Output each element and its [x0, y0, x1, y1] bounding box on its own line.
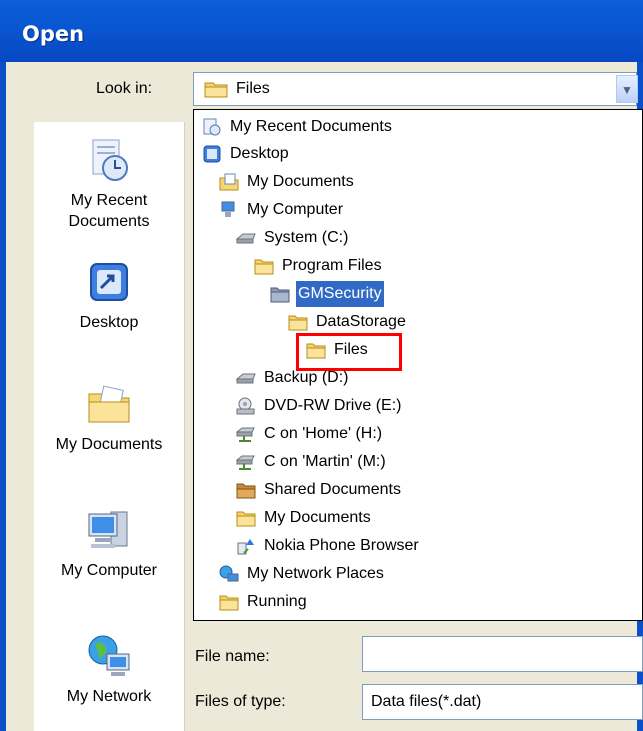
tree-item-label: C on 'Martin' (M:): [264, 453, 386, 470]
window-title: Open: [22, 22, 85, 46]
network-drive-icon: [236, 455, 255, 470]
folder-icon: [236, 511, 256, 527]
place-label: Desktop: [79, 314, 139, 331]
place-desktop[interactable]: Desktop: [34, 258, 184, 333]
network-drive-icon: [236, 427, 255, 442]
tree-item-label: Program Files: [282, 257, 382, 274]
phone-browser-icon: [237, 539, 254, 555]
place-label: My Recent Documents: [68, 192, 150, 230]
window-frame-left: [0, 62, 6, 731]
recent-documents-icon: [203, 118, 221, 136]
open-dialog: Open Look in: Files ▼ My Recent Document…: [0, 0, 643, 731]
tree-item-label: My Documents: [247, 173, 354, 190]
my-documents-icon: [88, 385, 130, 423]
place-my-network[interactable]: My Network: [34, 632, 184, 707]
folder-icon: [270, 287, 290, 303]
my-computer-icon: [221, 201, 235, 217]
shared-folder-icon: [236, 483, 256, 499]
tree-item-label: Nokia Phone Browser: [264, 537, 419, 554]
tree-item-label: Shared Documents: [264, 481, 401, 498]
my-network-icon: [88, 635, 130, 676]
folder-icon: [219, 595, 239, 611]
title-bar[interactable]: Open: [0, 0, 643, 62]
look-in-label: Look in:: [96, 80, 153, 97]
network-places-icon: [219, 565, 239, 582]
look-in-combobox[interactable]: Files ▼: [193, 72, 638, 106]
look-in-value: Files: [236, 80, 270, 97]
place-label: My Network: [66, 688, 152, 705]
drive-icon: [236, 373, 256, 384]
folder-icon: [254, 259, 274, 275]
dvd-drive-icon: [236, 397, 255, 415]
places-bar: My Recent Documents Desktop My Documents: [34, 122, 185, 731]
tree-item-label: Desktop: [230, 145, 289, 162]
place-my-computer[interactable]: My Computer: [34, 506, 184, 581]
tree-item-label: My Network Places: [247, 565, 384, 582]
tree-item-label: My Computer: [247, 201, 344, 218]
recent-documents-icon: [92, 139, 128, 181]
tree-item-label: DVD-RW Drive (E:): [264, 397, 402, 414]
place-label: My Documents: [55, 436, 163, 453]
file-name-label: File name:: [195, 648, 270, 665]
desktop-icon: [203, 145, 221, 163]
tree-item-label: GMSecurity: [296, 281, 384, 307]
tree-item-label: DataStorage: [316, 313, 406, 330]
folder-icon: [288, 315, 308, 331]
tree-item-label: My Documents: [264, 509, 371, 526]
look-in-dropdown-list: My Recent Documents Desktop My Documents…: [193, 109, 643, 621]
tree-item-label: My Recent Documents: [230, 118, 392, 135]
tree-item-label: System (C:): [264, 229, 349, 246]
tree-item-label: C on 'Home' (H:): [264, 425, 383, 442]
drive-icon: [236, 233, 256, 244]
my-documents-icon: [219, 173, 239, 191]
file-name-input[interactable]: [362, 636, 643, 672]
folder-icon: [204, 82, 228, 98]
tree-item-label: Running: [247, 593, 307, 610]
my-computer-icon: [88, 511, 128, 548]
desktop-icon: [90, 263, 128, 301]
chevron-down-icon[interactable]: ▼: [616, 75, 638, 103]
files-of-type-label: Files of type:: [195, 693, 286, 710]
highlight-box: [296, 333, 402, 371]
place-recent-documents[interactable]: My Recent Documents: [34, 136, 184, 232]
place-my-documents[interactable]: My Documents: [34, 380, 184, 455]
files-of-type-value: Data files(*.dat): [371, 693, 482, 710]
files-of-type-select[interactable]: Data files(*.dat): [362, 684, 643, 720]
place-label: My Computer: [60, 562, 158, 579]
